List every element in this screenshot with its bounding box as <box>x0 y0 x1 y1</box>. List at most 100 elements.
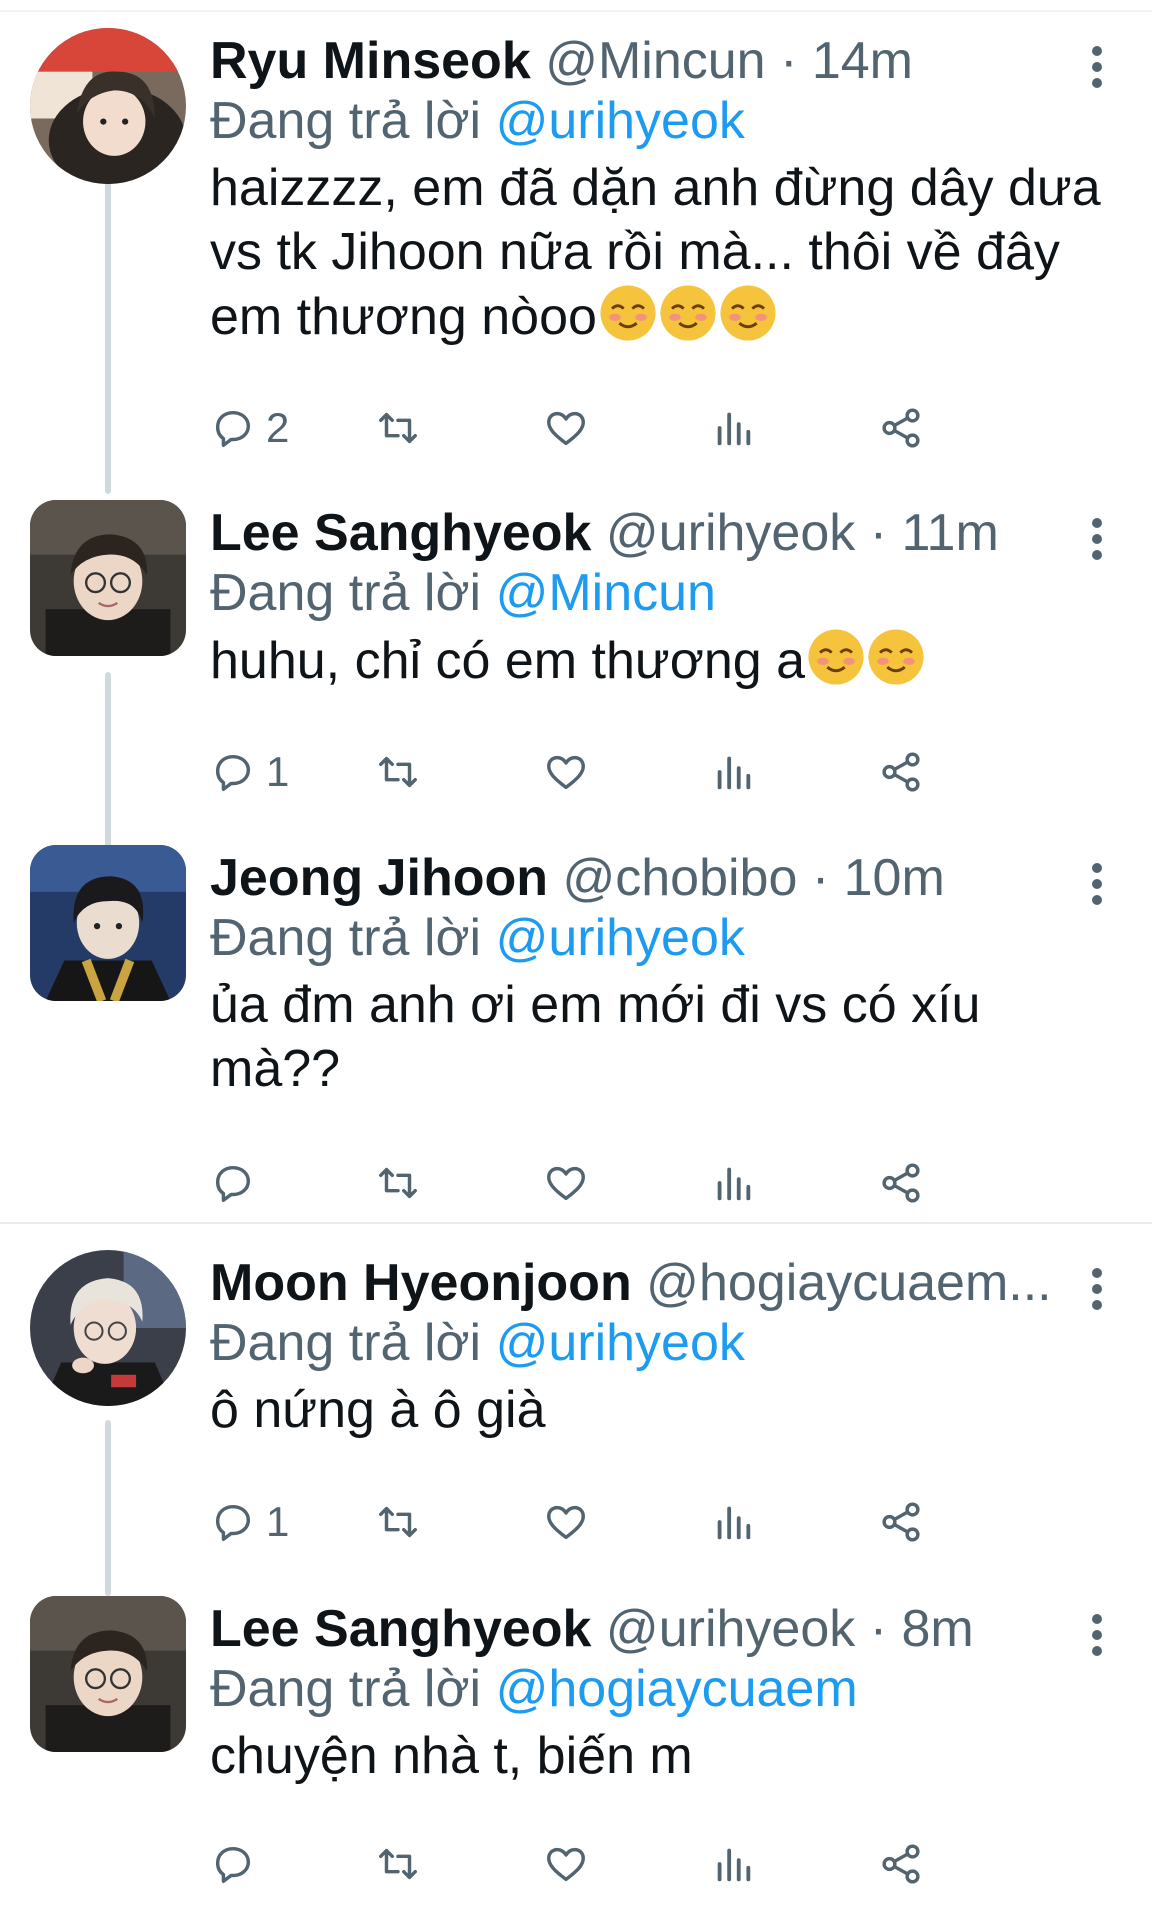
like-button[interactable] <box>543 1836 589 1892</box>
retweet-button[interactable] <box>375 1494 421 1550</box>
analytics-icon <box>717 412 751 446</box>
share-button[interactable] <box>878 1836 924 1892</box>
retweet-button[interactable] <box>375 1836 421 1892</box>
reply-prefix: Đang trả lời <box>210 564 482 622</box>
reply-icon <box>215 1504 251 1541</box>
like-button[interactable] <box>543 744 589 800</box>
author-handle[interactable]: @chobibo <box>562 849 797 907</box>
author-handle[interactable]: @hogiaycuaem... <box>646 1254 1051 1312</box>
views-button[interactable] <box>710 400 756 456</box>
author-name[interactable]: Moon Hyeonjoon <box>210 1254 632 1312</box>
tweet-text-content: ủa đm anh ơi em mới đi vs có xíu mà?? <box>210 976 981 1098</box>
tweet[interactable]: Ryu Minseok @Mincun · 14m Đang trả lời @… <box>0 28 1152 498</box>
reply-context: Đang trả lời @urihyeok <box>210 90 745 152</box>
author-name[interactable]: Ryu Minseok <box>210 32 531 90</box>
tweet-header: Lee Sanghyeok @urihyeok · 8m <box>210 1598 1070 1660</box>
views-button[interactable] <box>710 1155 756 1211</box>
avatar[interactable] <box>30 500 186 656</box>
smiling-face-emoji <box>660 285 716 341</box>
tweet-header: Ryu Minseok @Mincun · 14m <box>210 30 1070 92</box>
author-name[interactable]: Lee Sanghyeok <box>210 1600 591 1658</box>
reply-context: Đang trả lời @urihyeok <box>210 907 745 969</box>
avatar[interactable] <box>30 1596 186 1752</box>
timestamp[interactable]: 14m <box>812 32 913 90</box>
reply-button[interactable] <box>210 1836 266 1892</box>
avatar[interactable] <box>30 28 186 184</box>
reply-button[interactable] <box>210 1155 266 1211</box>
reply-to-handle[interactable]: @urihyeok <box>496 1314 745 1372</box>
share-button[interactable] <box>878 400 924 456</box>
smiling-face-emoji <box>808 629 864 685</box>
more-options-icon[interactable] <box>1090 518 1104 560</box>
reply-prefix: Đang trả lời <box>210 1660 482 1718</box>
author-handle[interactable]: @urihyeok <box>606 504 855 562</box>
retweet-icon <box>379 1848 417 1880</box>
tweet-header: Jeong Jihoon @chobibo · 10m <box>210 847 1070 909</box>
separator-dot: · <box>780 32 798 90</box>
separator-dot: · <box>869 504 888 562</box>
like-button[interactable] <box>543 1494 589 1550</box>
reply-prefix: Đang trả lời <box>210 909 482 967</box>
tweet[interactable]: Moon Hyeonjoon @hogiaycuaem... Đang trả … <box>0 1250 1152 1590</box>
share-button[interactable] <box>878 1155 924 1211</box>
tweet-text: ô nứng à ô già <box>210 1378 1110 1442</box>
author-handle[interactable]: @Mincun <box>545 32 765 90</box>
retweet-button[interactable] <box>375 400 421 456</box>
timestamp[interactable]: 11m <box>902 504 999 562</box>
heart-icon <box>547 1847 585 1882</box>
reply-button[interactable]: 1 <box>210 744 289 800</box>
reply-icon <box>215 410 251 447</box>
action-bar: 1 <box>210 744 1090 800</box>
reply-count: 1 <box>266 748 290 795</box>
heart-icon <box>547 411 585 446</box>
tweet-text: ủa đm anh ơi em mới đi vs có xíu mà?? <box>210 973 1030 1101</box>
heart-icon <box>547 1166 585 1201</box>
thread-divider <box>0 1222 1152 1224</box>
avatar[interactable] <box>30 1250 186 1406</box>
tweet[interactable]: Jeong Jihoon @chobibo · 10m Đang trả lời… <box>0 845 1152 1225</box>
smiling-face-emoji <box>868 629 924 685</box>
tweet-header: Lee Sanghyeok @urihyeok · 11m <box>210 502 1070 564</box>
reply-to-handle[interactable]: @Mincun <box>496 564 716 622</box>
tweet[interactable]: Lee Sanghyeok @urihyeok · 11m Đang trả l… <box>0 500 1152 840</box>
more-options-icon[interactable] <box>1090 46 1104 88</box>
reply-context: Đang trả lời @hogiaycuaem <box>210 1658 858 1720</box>
more-options-icon[interactable] <box>1090 1268 1104 1310</box>
analytics-icon <box>717 756 751 790</box>
action-bar <box>210 1155 1090 1211</box>
author-name[interactable]: Lee Sanghyeok <box>210 504 591 562</box>
views-button[interactable] <box>710 1836 756 1892</box>
retweet-icon <box>379 1506 417 1538</box>
reply-to-handle[interactable]: @urihyeok <box>496 92 745 150</box>
views-button[interactable] <box>710 744 756 800</box>
more-options-icon[interactable] <box>1090 863 1104 905</box>
smiling-face-emoji <box>600 285 656 341</box>
avatar[interactable] <box>30 845 186 1001</box>
tweet[interactable]: Lee Sanghyeok @urihyeok · 8m Đang trả lờ… <box>0 1596 1152 1908</box>
retweet-button[interactable] <box>375 1155 421 1211</box>
smiling-face-emoji <box>720 285 776 341</box>
reply-to-handle[interactable]: @urihyeok <box>496 909 745 967</box>
share-icon <box>882 1844 920 1884</box>
more-options-icon[interactable] <box>1090 1614 1104 1656</box>
separator-dot: · <box>869 1600 888 1658</box>
action-bar: 1 <box>210 1494 1090 1550</box>
like-button[interactable] <box>543 1155 589 1211</box>
tweet-text-content: huhu, chỉ có em thương a <box>210 632 806 690</box>
author-handle[interactable]: @urihyeok <box>606 1600 855 1658</box>
retweet-button[interactable] <box>375 744 421 800</box>
share-icon <box>882 752 920 792</box>
share-button[interactable] <box>878 1494 924 1550</box>
timestamp[interactable]: 8m <box>902 1600 974 1658</box>
author-name[interactable]: Jeong Jihoon <box>210 849 548 907</box>
views-button[interactable] <box>710 1494 756 1550</box>
reply-button[interactable]: 2 <box>210 400 289 456</box>
heart-icon <box>547 1505 585 1540</box>
reply-to-handle[interactable]: @hogiaycuaem <box>496 1660 858 1718</box>
reply-icon <box>215 1846 251 1883</box>
share-button[interactable] <box>878 744 924 800</box>
top-divider <box>0 10 1152 12</box>
like-button[interactable] <box>543 400 589 456</box>
timestamp[interactable]: 10m <box>844 849 945 907</box>
reply-button[interactable]: 1 <box>210 1494 289 1550</box>
